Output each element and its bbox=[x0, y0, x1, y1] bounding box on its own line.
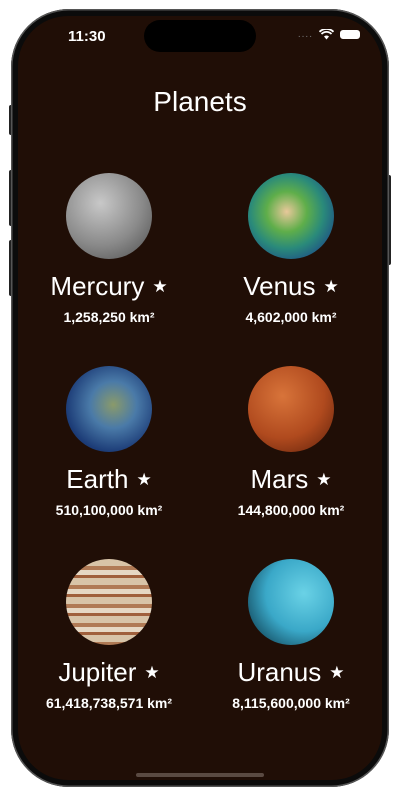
mercury-image bbox=[66, 173, 152, 259]
planet-area: 1,258,250 km² bbox=[63, 309, 155, 325]
planet-grid: Mercury ★ 1,258,250 km² Venus ★ 4,602,000 … bbox=[18, 173, 382, 752]
planet-area: 510,100,000 km² bbox=[55, 502, 163, 518]
venus-image bbox=[248, 173, 334, 259]
earth-image bbox=[66, 366, 152, 452]
planet-card-mercury[interactable]: Mercury ★ 1,258,250 km² bbox=[18, 173, 200, 366]
mars-image bbox=[248, 366, 334, 452]
signal-dots: .... bbox=[297, 29, 313, 40]
planet-card-jupiter[interactable]: Jupiter ★ 61,418,738,571 km² bbox=[18, 559, 200, 752]
planet-card-mars[interactable]: Mars ★ 144,800,000 km² bbox=[200, 366, 382, 559]
star-icon[interactable]: ★ bbox=[329, 663, 344, 683]
uranus-image bbox=[248, 559, 334, 645]
planet-card-venus[interactable]: Venus ★ 4,602,000 km² bbox=[200, 173, 382, 366]
planet-area: 61,418,738,571 km² bbox=[45, 695, 173, 711]
planet-card-uranus[interactable]: Uranus ★ 8,115,600,000 km² bbox=[200, 559, 382, 752]
planet-card-earth[interactable]: Earth ★ 510,100,000 km² bbox=[18, 366, 200, 559]
jupiter-image bbox=[66, 559, 152, 645]
star-icon[interactable]: ★ bbox=[136, 470, 151, 490]
star-icon[interactable]: ★ bbox=[152, 277, 167, 297]
planet-name: Mars bbox=[250, 464, 309, 494]
star-icon[interactable]: ★ bbox=[144, 663, 159, 683]
planet-name: Uranus bbox=[237, 657, 322, 687]
home-indicator[interactable] bbox=[136, 773, 264, 777]
planet-area: 8,115,600,000 km² bbox=[232, 695, 350, 711]
status-time: 11:30 bbox=[68, 28, 106, 45]
dynamic-island bbox=[144, 20, 256, 52]
planet-name: Venus bbox=[243, 271, 316, 301]
wifi-icon bbox=[319, 29, 334, 40]
star-icon[interactable]: ★ bbox=[324, 277, 339, 297]
planet-name: Earth bbox=[66, 464, 129, 494]
planet-area: 144,800,000 km² bbox=[237, 502, 345, 518]
battery-icon bbox=[340, 30, 360, 39]
planet-name: Mercury bbox=[50, 271, 145, 301]
star-icon[interactable]: ★ bbox=[316, 470, 331, 490]
status-icons: .... bbox=[298, 29, 360, 40]
app-screen: 11:30 .... Planets Mercury ★ 1,258,250 km… bbox=[18, 16, 382, 780]
page-title: Planets bbox=[153, 86, 247, 117]
planet-area: 4,602,000 km² bbox=[245, 309, 337, 325]
planet-name: Jupiter bbox=[58, 657, 137, 687]
